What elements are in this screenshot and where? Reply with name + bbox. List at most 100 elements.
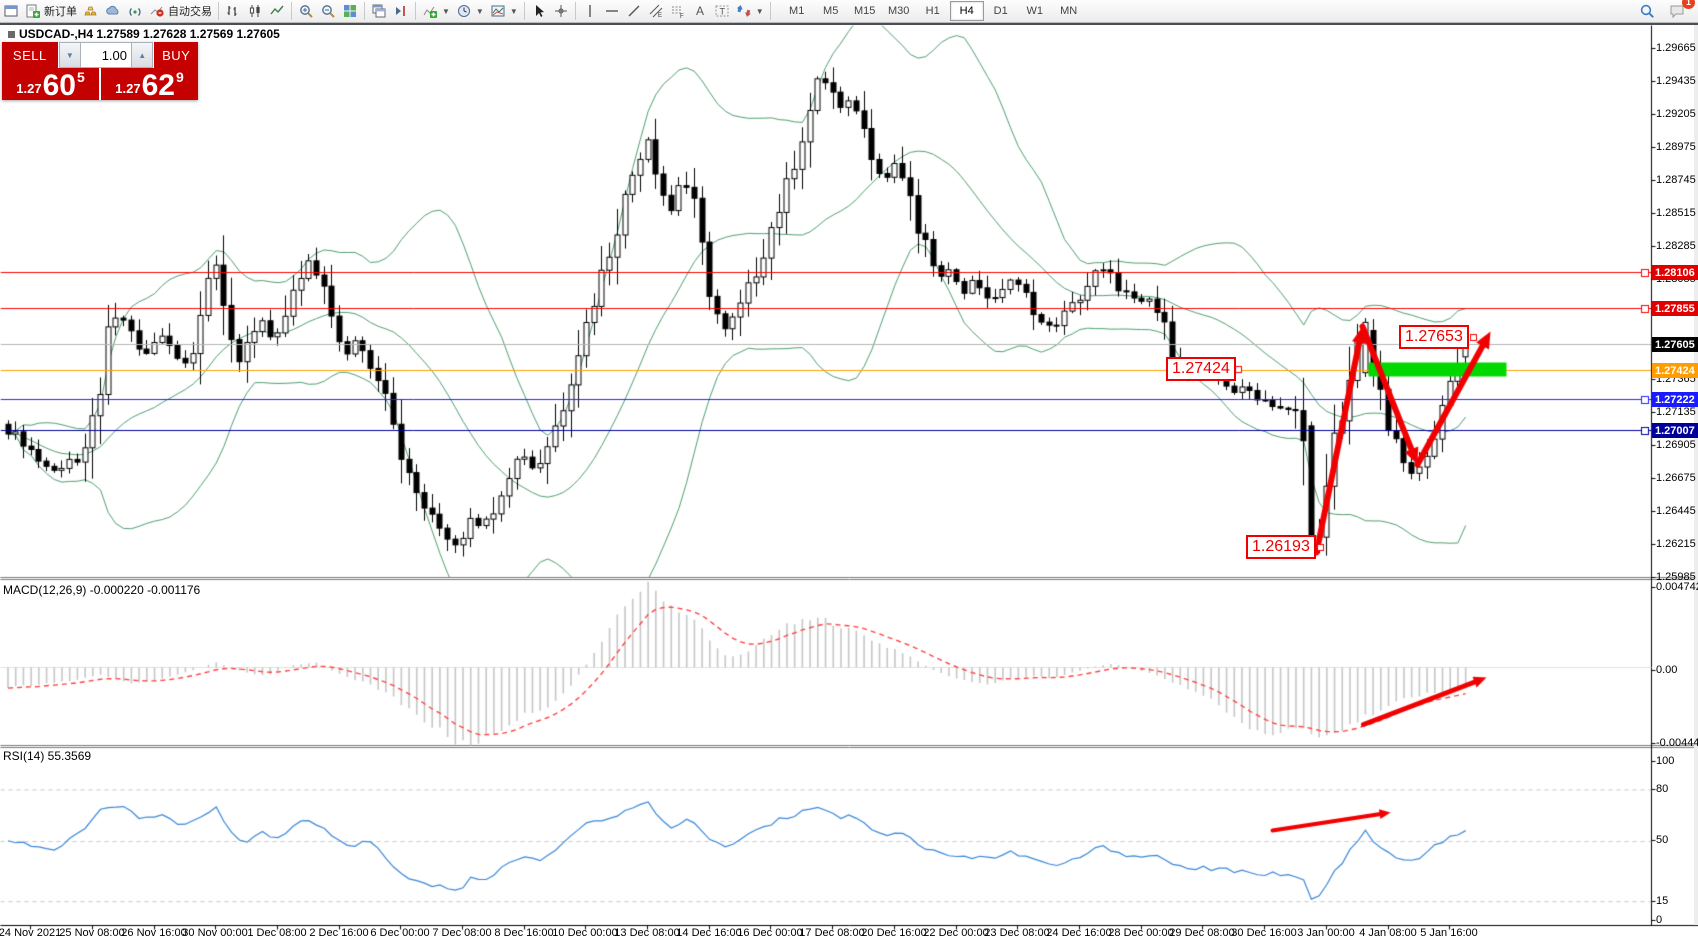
date-tick: 1 Dec 08:00: [247, 927, 306, 939]
line-chart-icon[interactable]: [266, 1, 288, 21]
timeframe-d1[interactable]: D1: [984, 1, 1018, 21]
svg-text:E: E: [658, 13, 662, 19]
date-tick: 17 Dec 08:00: [799, 927, 864, 939]
sell-price-main: 60: [43, 73, 76, 99]
market-icon[interactable]: [80, 1, 102, 21]
lot-increase-button[interactable]: ▲: [131, 42, 153, 68]
search-icon[interactable]: [1636, 1, 1658, 21]
sell-price[interactable]: 1.27 60 5: [2, 68, 101, 100]
channel-icon[interactable]: E: [645, 1, 667, 21]
date-tick: 3 Jan 00:00: [1297, 927, 1355, 939]
price-tick: 1.26905: [1656, 439, 1698, 451]
price-tick: 1.26215: [1656, 538, 1698, 550]
vertical-line-icon[interactable]: [579, 1, 601, 21]
price-tag: 1.27007: [1652, 423, 1698, 438]
sell-button[interactable]: SELL: [2, 42, 59, 68]
zoom-in-icon[interactable]: [295, 1, 317, 21]
crosshair-icon[interactable]: [550, 1, 572, 21]
templates-icon[interactable]: ▼: [487, 1, 521, 21]
indicators-icon[interactable]: ▼: [419, 1, 453, 21]
date-tick: 22 Dec 00:00: [923, 927, 988, 939]
periods-icon-dropdown[interactable]: ▼: [476, 7, 484, 16]
candle-chart-icon[interactable]: [244, 1, 266, 21]
price-label-low[interactable]: 1.26193: [1246, 535, 1316, 559]
zoom-out-icon[interactable]: [317, 1, 339, 21]
date-tick: 26 Nov 16:00: [121, 927, 186, 939]
buy-button[interactable]: BUY: [153, 42, 198, 68]
price-tick: 1.26675: [1656, 472, 1698, 484]
timeframe-m1[interactable]: M1: [780, 1, 814, 21]
price-tick: 1.29205: [1656, 108, 1698, 120]
price-label-support[interactable]: 1.27424: [1166, 357, 1236, 381]
toolbar-separator: [524, 2, 525, 20]
timeframe-m5[interactable]: M5: [814, 1, 848, 21]
timeframe-h1[interactable]: H1: [916, 1, 950, 21]
lot-size-input[interactable]: [81, 42, 131, 68]
toolbar-separator: [364, 2, 365, 20]
tile-windows-icon[interactable]: [339, 1, 361, 21]
arrows-icon[interactable]: ▼: [733, 1, 767, 21]
bar-chart-icon[interactable]: [222, 1, 244, 21]
svg-text:F: F: [680, 14, 684, 19]
price-tick: 1.28745: [1656, 174, 1698, 186]
indicator-tick: 0.00: [1656, 664, 1698, 676]
chat-icon[interactable]: 1: [1666, 1, 1688, 21]
chart-canvas[interactable]: [0, 0, 1698, 941]
svg-text:A: A: [696, 4, 704, 18]
timeframe-m30[interactable]: M30: [882, 1, 916, 21]
arrows-icon-dropdown[interactable]: ▼: [756, 7, 764, 16]
buy-price-sup: 9: [176, 69, 184, 85]
fibonacci-icon[interactable]: F: [667, 1, 689, 21]
toolbar-separator: [770, 2, 771, 20]
one-click-trading-panel: SELL ▼ ▲ BUY 1.27 60 5 1.27 62 9: [2, 42, 198, 100]
autotrade-button[interactable]: 自动交易: [146, 1, 215, 21]
new-order-button[interactable]: 新订单: [22, 1, 80, 21]
price-tag: 1.27855: [1652, 301, 1698, 316]
date-tick: 10 Dec 00:00: [552, 927, 617, 939]
sell-price-sup: 5: [77, 69, 85, 85]
price-tick: 1.28285: [1656, 240, 1698, 252]
date-tick: 5 Jan 16:00: [1420, 927, 1478, 939]
indicator-tick: 15: [1656, 895, 1698, 907]
auto-arrange-icon[interactable]: [368, 1, 390, 21]
price-tick: 1.29435: [1656, 75, 1698, 87]
indicator-tick: 50: [1656, 834, 1698, 846]
price-tag: 1.27222: [1652, 392, 1698, 407]
lot-decrease-button[interactable]: ▼: [59, 42, 81, 68]
price-tick: 1.26445: [1656, 505, 1698, 517]
cursor-icon[interactable]: [528, 1, 550, 21]
timeframe-w1[interactable]: W1: [1018, 1, 1052, 21]
trendline-icon[interactable]: [623, 1, 645, 21]
signals-icon[interactable]: [124, 1, 146, 21]
community-icon[interactable]: [102, 1, 124, 21]
price-tag: 1.27605: [1652, 337, 1698, 352]
rsi-label: RSI(14) 55.3569: [3, 749, 91, 763]
svg-text:T: T: [719, 7, 725, 17]
price-tick: 1.28515: [1656, 207, 1698, 219]
label-icon[interactable]: T: [711, 1, 733, 21]
periods-icon[interactable]: ▼: [453, 1, 487, 21]
timeframe-h4[interactable]: H4: [950, 1, 984, 21]
notification-badge: 1: [1682, 0, 1695, 9]
toolbar-separator: [218, 2, 219, 20]
indicators-icon-dropdown[interactable]: ▼: [442, 7, 450, 16]
text-icon[interactable]: A: [689, 1, 711, 21]
horizontal-line-icon[interactable]: [601, 1, 623, 21]
date-tick: 23 Dec 08:00: [984, 927, 1049, 939]
date-tick: 16 Dec 00:00: [737, 927, 802, 939]
buy-price[interactable]: 1.27 62 9: [101, 68, 198, 100]
date-tick: 8 Dec 16:00: [494, 927, 553, 939]
price-label-high[interactable]: 1.27653: [1399, 325, 1469, 349]
chart-shift-icon[interactable]: [390, 1, 412, 21]
price-tick: 1.28975: [1656, 141, 1698, 153]
price-tag: 1.28106: [1652, 265, 1698, 280]
profile-icon[interactable]: [0, 1, 22, 21]
indicator-tick: 0.004742: [1656, 581, 1698, 593]
date-tick: 7 Dec 08:00: [432, 927, 491, 939]
chart-marker-icon: [8, 31, 15, 38]
timeframe-m15[interactable]: M15: [848, 1, 882, 21]
date-tick: 13 Dec 08:00: [614, 927, 679, 939]
date-tick: 29 Dec 08:00: [1169, 927, 1234, 939]
templates-icon-dropdown[interactable]: ▼: [510, 7, 518, 16]
timeframe-mn[interactable]: MN: [1052, 1, 1086, 21]
